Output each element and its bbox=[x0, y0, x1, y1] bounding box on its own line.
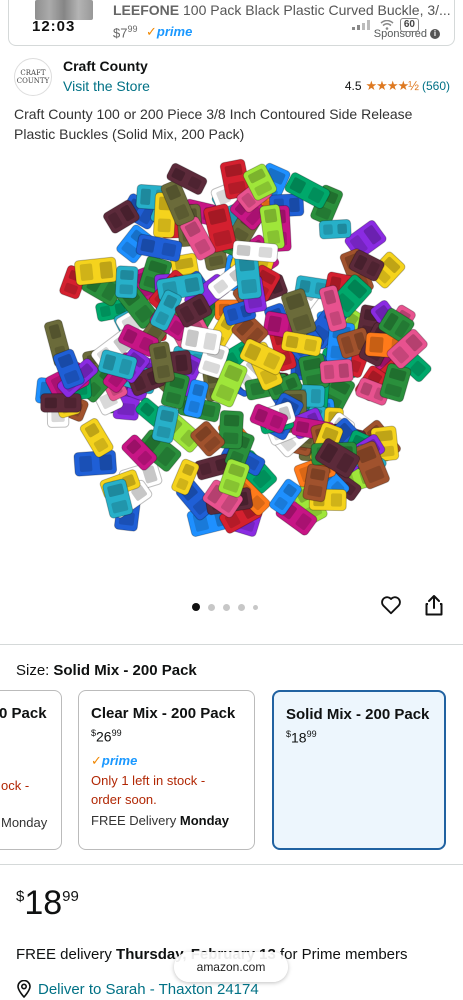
store-logo-line1: CRAFT bbox=[20, 69, 46, 77]
carousel-dot-1[interactable] bbox=[192, 603, 200, 611]
size-option-black-200[interactable]: 0 Pack ock - Monday bbox=[0, 690, 62, 850]
deliver-to-text: Deliver to Sarah - Thaxton 24174 bbox=[38, 980, 259, 998]
buckle-shape bbox=[114, 265, 139, 299]
ad-title-rest: 100 Pack Black Plastic Curved Buckle, 3/… bbox=[183, 2, 451, 18]
size-option-price: $1899 bbox=[286, 729, 317, 746]
rating-count-link[interactable]: (560) bbox=[422, 79, 450, 93]
carousel-dot-3[interactable] bbox=[223, 603, 230, 611]
wifi-icon bbox=[380, 20, 394, 30]
info-icon[interactable]: i bbox=[430, 29, 440, 39]
buckle-shape bbox=[318, 218, 352, 240]
deliver-to-link[interactable]: Deliver to Sarah - Thaxton 24174 bbox=[16, 980, 259, 998]
product-image[interactable] bbox=[25, 152, 437, 564]
carousel-dot-2[interactable] bbox=[208, 603, 215, 611]
buckle-shape bbox=[40, 393, 82, 413]
section-divider bbox=[0, 644, 463, 645]
share-icon[interactable] bbox=[424, 594, 444, 616]
size-option-clear-mix-200[interactable]: Clear Mix - 200 Pack $2699 ✓prime Only 1… bbox=[78, 690, 255, 850]
buckle-shape bbox=[319, 358, 354, 384]
price-whole: 18 bbox=[24, 884, 63, 922]
status-time: 12:03 bbox=[32, 18, 76, 35]
size-option-title: Solid Mix - 200 Pack bbox=[286, 706, 430, 723]
carousel-dot-4[interactable] bbox=[238, 603, 245, 611]
size-option-price: $2699 bbox=[91, 728, 122, 745]
buckle-shape bbox=[74, 256, 118, 286]
ad-prime-badge: ✓prime bbox=[146, 24, 193, 39]
battery-icon: 60 bbox=[399, 18, 419, 32]
browser-domain-pill[interactable]: amazon.com bbox=[174, 952, 288, 982]
heart-icon[interactable] bbox=[380, 594, 402, 616]
size-option-solid-mix-200[interactable]: Solid Mix - 200 Pack $1899 bbox=[272, 690, 446, 850]
location-pin-icon bbox=[17, 980, 31, 998]
ad-price: $799 bbox=[113, 24, 138, 41]
ad-brand: LEEFONE bbox=[113, 2, 180, 18]
size-option-stock: Only 1 left in stock - order soon. bbox=[91, 772, 206, 807]
prime-badge: ✓prime bbox=[91, 752, 138, 768]
signal-icon bbox=[351, 20, 370, 30]
size-option-title: Clear Mix - 200 Pack bbox=[91, 705, 236, 722]
rating-value: 4.5 bbox=[344, 79, 362, 93]
section-divider bbox=[0, 864, 463, 865]
image-carousel-dots[interactable] bbox=[192, 603, 258, 611]
rating-summary[interactable]: 4.5 ★★★★½ (560) bbox=[345, 78, 450, 94]
product-price: $ 18 99 bbox=[16, 884, 79, 922]
buckle-shape bbox=[231, 240, 279, 263]
size-label: Size: bbox=[16, 662, 50, 679]
store-logo[interactable]: CRAFT COUNTY bbox=[14, 58, 52, 96]
size-option-title: 0 Pack bbox=[0, 705, 47, 722]
ad-price-frac: 99 bbox=[127, 24, 138, 34]
status-icons: 60 bbox=[351, 18, 419, 32]
ad-title: LEEFONE 100 Pack Black Plastic Curved Bu… bbox=[113, 2, 453, 18]
visit-store-link[interactable]: Visit the Store bbox=[63, 78, 150, 94]
selected-size: Solid Mix - 200 Pack bbox=[53, 662, 197, 679]
store-logo-line2: COUNTY bbox=[16, 77, 50, 85]
price-symbol: $ bbox=[16, 888, 25, 905]
ad-thumbnail bbox=[35, 0, 93, 20]
star-rating-icon: ★★★★½ bbox=[365, 78, 419, 93]
product-title: Craft County 100 or 200 Piece 3/8 Inch C… bbox=[14, 106, 413, 142]
size-option-stock: ock - bbox=[1, 778, 30, 793]
store-header: CRAFT COUNTY Craft County Visit the Stor… bbox=[14, 58, 454, 98]
size-option-delivery: Monday bbox=[1, 815, 48, 830]
store-name: Craft County bbox=[63, 58, 148, 74]
size-selector-label: Size: Solid Mix - 200 Pack bbox=[16, 662, 197, 679]
price-fraction: 99 bbox=[62, 888, 79, 905]
size-option-delivery: FREE Delivery Monday bbox=[91, 812, 229, 828]
carousel-dot-5[interactable] bbox=[253, 604, 258, 610]
